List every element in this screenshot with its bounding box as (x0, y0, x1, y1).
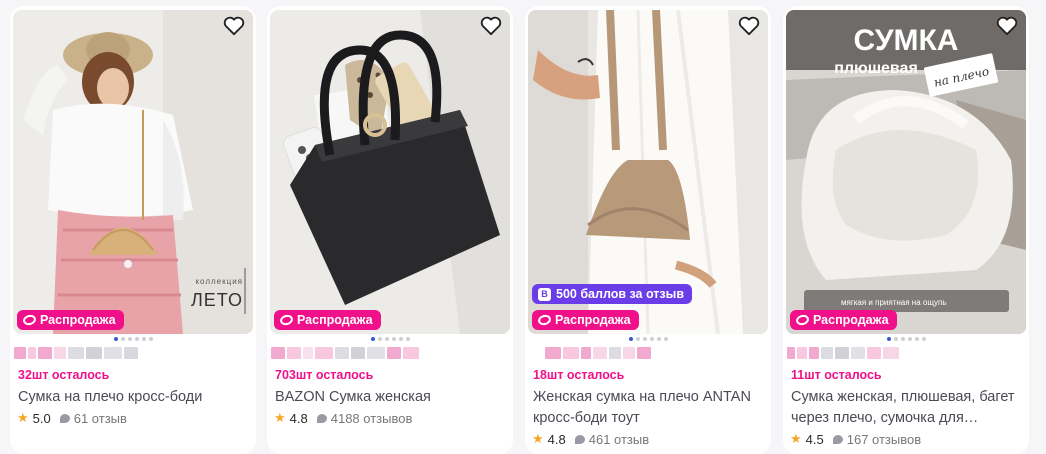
favorite-button[interactable] (735, 12, 763, 40)
stock-left: 703шт осталось (275, 368, 374, 382)
sale-badge: Распродажа (790, 310, 897, 330)
star-icon: ★ (274, 410, 286, 425)
comment-bubble-icon (574, 434, 585, 444)
product-photo[interactable]: В 500 баллов за отзыв Распродажа (528, 10, 768, 334)
reviews-count[interactable]: 167 отзывов (847, 432, 921, 447)
rating-row: ★ 4.8 4188 отзывов (274, 410, 412, 426)
sale-badge: Распродажа (532, 310, 639, 330)
comment-bubble-icon (59, 413, 70, 423)
heart-icon (738, 16, 760, 36)
product-title[interactable]: Сумка женская, плюшевая, багет через пле… (791, 387, 1023, 429)
price-placeholder (14, 347, 250, 359)
image-pager[interactable] (10, 337, 256, 341)
overlay-title-text: СУМКА (854, 24, 959, 57)
heart-icon (223, 16, 245, 36)
price-placeholder (529, 347, 765, 359)
favorite-button[interactable] (477, 12, 505, 40)
points-badge: В 500 баллов за отзыв (532, 284, 693, 304)
rating-value: 4.8 (289, 410, 308, 426)
overlay-collection-text: коллекция (195, 277, 243, 286)
star-icon: ★ (532, 431, 544, 446)
product-title[interactable]: BAZON Сумка женская (275, 387, 507, 408)
product-card[interactable]: коллекция ЛЕТО Распродажа 32шт осталось … (10, 6, 256, 454)
image-pager[interactable] (267, 337, 513, 341)
product-grid: коллекция ЛЕТО Распродажа 32шт осталось … (0, 0, 1046, 454)
rating-value: 5.0 (32, 410, 51, 426)
sale-badge: Распродажа (274, 310, 381, 330)
stock-left: 32шт осталось (18, 368, 110, 382)
sale-label: Распродажа (40, 313, 116, 327)
points-label: 500 баллов за отзыв (556, 287, 685, 301)
sale-ring-icon (21, 313, 38, 327)
comment-bubble-icon (832, 434, 843, 444)
star-icon: ★ (17, 410, 29, 425)
heart-icon (480, 16, 502, 36)
product-title[interactable]: Сумка на плечо кросс-боди (18, 387, 250, 408)
product-photo[interactable]: СУМКА плюшевая на плечо мягкая и приятна… (786, 10, 1026, 334)
overlay-season-text: ЛЕТО (191, 290, 243, 310)
sale-ring-icon (794, 313, 811, 327)
sale-badge: Распродажа (17, 310, 124, 330)
overlay-subtitle-text: плюшевая (834, 60, 918, 77)
rating-value: 4.5 (805, 431, 824, 447)
star-icon: ★ (790, 431, 802, 446)
favorite-button[interactable] (993, 12, 1021, 40)
product-photo[interactable]: коллекция ЛЕТО Распродажа (13, 10, 253, 334)
points-icon: В (538, 287, 551, 301)
reviews-count[interactable]: 61 отзыв (74, 411, 127, 426)
image-pager[interactable] (783, 337, 1029, 341)
rating-value: 4.8 (547, 431, 566, 447)
comment-bubble-icon (316, 413, 327, 423)
sale-ring-icon (278, 313, 295, 327)
sale-label: Распродажа (297, 313, 373, 327)
stock-left: 18шт осталось (533, 368, 625, 382)
product-photo[interactable]: Распродажа (270, 10, 510, 334)
reviews-count[interactable]: 461 отзыв (589, 432, 649, 447)
sale-label: Распродажа (555, 313, 631, 327)
product-card[interactable]: Распродажа 703шт осталось BAZON Сумка же… (267, 6, 513, 454)
price-placeholder (271, 347, 507, 359)
sale-ring-icon (536, 313, 553, 327)
overlay-caption-text: мягкая и приятная на ощупь (841, 298, 947, 307)
reviews-count[interactable]: 4188 отзывов (331, 411, 413, 426)
product-title[interactable]: Женская сумка на плечо ANTAN кросс-боди … (533, 387, 765, 429)
favorite-button[interactable] (220, 12, 248, 40)
rating-row: ★ 4.5 167 отзывов (790, 431, 921, 447)
stock-left: 11шт осталось (791, 368, 882, 382)
image-pager[interactable] (525, 337, 771, 341)
rating-row: ★ 5.0 61 отзыв (17, 410, 127, 426)
product-card[interactable]: В 500 баллов за отзыв Распродажа 18шт ос… (525, 6, 771, 454)
sale-label: Распродажа (813, 313, 889, 327)
heart-icon (996, 16, 1018, 36)
rating-row: ★ 4.8 461 отзыв (532, 431, 649, 447)
product-card[interactable]: СУМКА плюшевая на плечо мягкая и приятна… (783, 6, 1029, 454)
price-placeholder (787, 347, 1023, 359)
